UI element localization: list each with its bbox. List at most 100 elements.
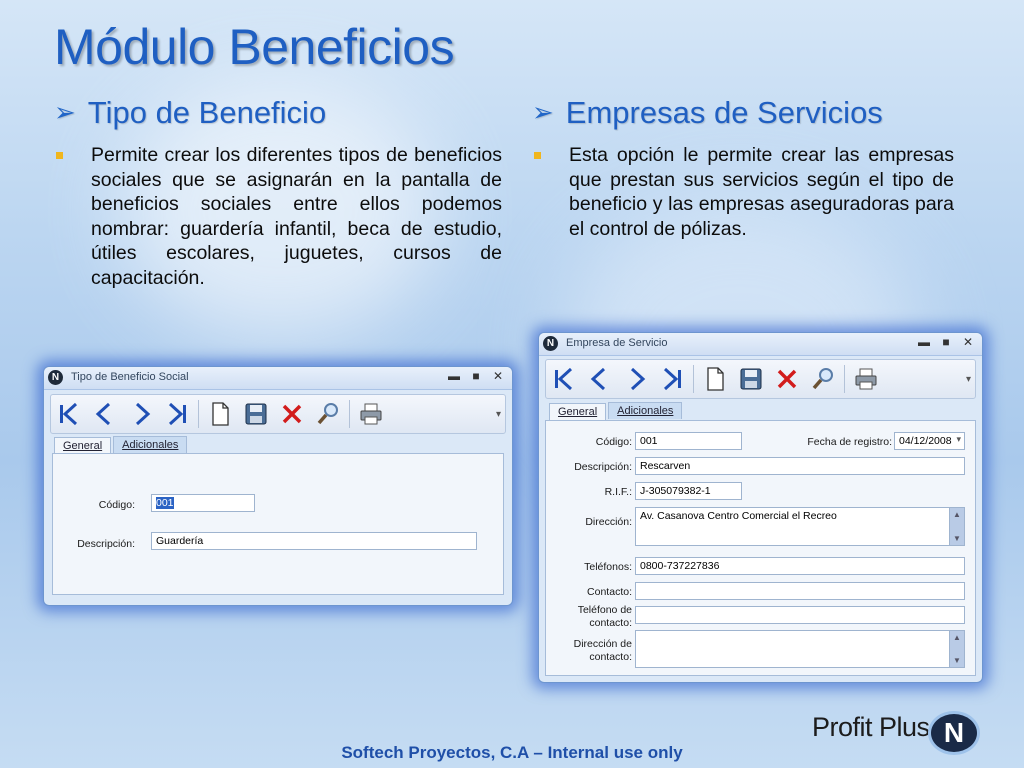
first-record-button[interactable] [546,362,582,396]
tab-adicionales[interactable]: Adicionales [608,402,683,419]
scroll-up-icon[interactable]: ▲ [950,510,964,519]
window-empresa-servicio: N Empresa de Servicio ▬ ■ ✕ ▾ General Ad… [538,332,983,683]
print-icon [360,403,382,425]
maximize-button[interactable]: ■ [468,369,484,383]
last-record-button[interactable] [159,397,195,431]
search-button[interactable] [310,397,346,431]
codigo-field[interactable]: 001 [635,432,742,450]
first-record-button[interactable] [51,397,87,431]
left-heading-text: Tipo de Beneficio [87,95,327,130]
maximize-button[interactable]: ■ [938,335,954,349]
slide-title: Módulo Beneficios [54,19,455,75]
minimize-button[interactable]: ▬ [446,369,462,383]
brand-logo-icon: N [928,711,980,755]
scroll-down-icon[interactable]: ▼ [950,656,964,665]
left-body-text: Permite crear los diferentes tipos de be… [91,144,502,289]
toolbar-separator [349,400,350,428]
first-record-icon [60,402,78,426]
toolbar-dropdown-icon[interactable]: ▾ [966,374,971,385]
right-body-text: Esta opción le permite crear las empresa… [569,144,954,240]
app-logo-icon: N [48,370,63,385]
next-record-icon [135,402,151,426]
telefono-contacto-label: Teléfono de contacto: [578,604,632,630]
save-button[interactable] [238,397,274,431]
toolbar-separator [693,365,694,393]
window-titlebar[interactable]: N Empresa de Servicio ▬ ■ ✕ [539,333,982,356]
direccion-field[interactable]: Av. Casanova Centro Comercial el Recreo … [635,507,965,546]
app-logo-icon: N [543,336,558,351]
search-button[interactable] [805,362,841,396]
new-document-icon [707,367,724,391]
descripcion-field[interactable]: Guardería [151,532,477,550]
rif-field[interactable]: J-305079382-1 [635,482,742,500]
next-record-icon [630,367,646,391]
direccion-scrollbar[interactable]: ▲ ▼ [949,508,964,545]
last-record-button[interactable] [654,362,690,396]
next-record-button[interactable] [123,397,159,431]
tab-adicionales[interactable]: Adicionales [113,436,188,453]
direccion-value: Av. Casanova Centro Comercial el Recreo [640,510,837,522]
codigo-label: Código: [98,499,135,511]
print-button[interactable] [848,362,884,396]
next-record-button[interactable] [618,362,654,396]
square-bullet-icon [534,152,541,159]
tab-panel-general: Código: 001 Fecha de registro: 04/12/200… [545,420,976,676]
direccion-contacto-scrollbar[interactable]: ▲ ▼ [949,631,964,667]
brand-name: Profit Plus [812,712,930,742]
new-button[interactable] [697,362,733,396]
right-heading-text: Empresas de Servicios [565,95,883,130]
direccion-label: Dirección: [585,516,632,528]
tab-general[interactable]: General [549,403,607,420]
direccion-contacto-field[interactable]: ▲ ▼ [635,630,965,668]
tab-general[interactable]: General [54,437,112,454]
telefono-contacto-label-line2: contacto: [589,617,632,629]
tab-bar: General Adicionales [549,402,683,420]
direccion-contacto-label: Dirección de contacto: [574,638,632,664]
descripcion-label: Descripción: [77,538,135,550]
prev-record-icon [590,367,606,391]
telefono-contacto-field[interactable] [635,606,965,624]
right-heading: ➢ Empresas de Servicios [532,95,883,131]
first-record-icon [555,367,573,391]
search-icon [317,403,338,425]
close-button[interactable]: ✕ [960,335,976,349]
scroll-down-icon[interactable]: ▼ [950,534,964,543]
fecha-registro-field[interactable]: 04/12/2008 ▾ [894,432,965,450]
codigo-field[interactable]: 001 [151,494,255,512]
fecha-registro-label: Fecha de registro: [807,436,892,448]
window-title: Tipo de Beneficio Social [71,371,189,383]
toolbar-dropdown-icon[interactable]: ▾ [496,409,501,420]
new-document-icon [212,402,229,426]
print-icon [855,368,877,390]
fecha-dropdown-icon[interactable]: ▾ [956,434,961,445]
tab-bar: General Adicionales [54,436,188,454]
footer-text: Softech Proyectos, C.A – Internal use on… [341,743,683,762]
telefono-contacto-label-line1: Teléfono de [577,604,632,616]
descripcion-field[interactable]: Rescarven [635,457,965,475]
codigo-label: Código: [595,436,632,448]
toolbar: ▾ [545,359,976,399]
arrow-bullet-icon: ➢ [532,97,554,127]
direccion-contacto-label-line1: Dirección de [573,638,632,650]
last-record-icon [663,367,681,391]
telefonos-field[interactable]: 0800-737227836 [635,557,965,575]
descripcion-label: Descripción: [574,461,632,473]
delete-button[interactable] [274,397,310,431]
toolbar: ▾ [50,394,506,434]
prev-record-button[interactable] [582,362,618,396]
window-tipo-beneficio: N Tipo de Beneficio Social ▬ ■ ✕ ▾ Gener… [43,366,513,606]
direccion-contacto-label-line2: contacto: [589,651,632,663]
prev-record-button[interactable] [87,397,123,431]
prev-record-icon [95,402,111,426]
scroll-up-icon[interactable]: ▲ [950,633,964,642]
delete-button[interactable] [769,362,805,396]
new-button[interactable] [202,397,238,431]
toolbar-separator [198,400,199,428]
close-button[interactable]: ✕ [490,369,506,383]
contacto-field[interactable] [635,582,965,600]
telefonos-label: Teléfonos: [584,561,632,573]
print-button[interactable] [353,397,389,431]
window-titlebar[interactable]: N Tipo de Beneficio Social ▬ ■ ✕ [44,367,512,390]
save-button[interactable] [733,362,769,396]
minimize-button[interactable]: ▬ [916,335,932,349]
